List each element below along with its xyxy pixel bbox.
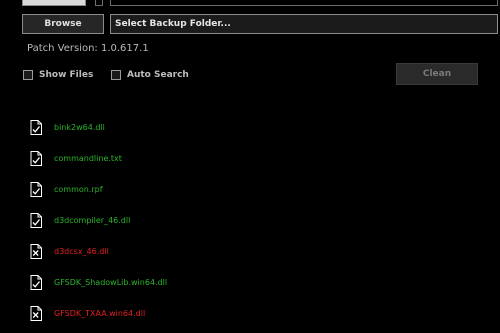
file-check-icon [30,182,42,197]
show-files-label: Show Files [39,70,94,80]
file-check-icon [30,275,42,290]
top-button[interactable] [22,0,86,6]
file-name: GFSDK_TXAA.win64.dll [54,309,146,318]
file-check-icon [30,213,42,228]
auto-search-option[interactable]: Auto Search [111,70,189,80]
file-x-icon [30,244,42,259]
auto-search-checkbox[interactable] [111,70,121,80]
file-list-item[interactable]: d3dcompiler_46.dll [30,205,167,236]
file-list-item[interactable]: d3dcsx_46.dll [30,236,167,267]
file-check-icon [30,120,42,135]
file-list-item[interactable]: GFSDK_ShadowLib.win64.dll [30,267,167,298]
file-list-item[interactable]: GFSDK_TXAA.win64.dll [30,298,167,329]
file-list-item[interactable]: bink2w64.dll [30,112,167,143]
browse-button[interactable]: Browse [22,14,104,34]
file-list-item[interactable]: common.rpf [30,174,167,205]
show-files-option[interactable]: Show Files [23,70,93,80]
file-name: GFSDK_ShadowLib.win64.dll [54,278,168,287]
top-small-box [95,0,103,6]
file-list-item[interactable]: commandline.txt [30,143,167,174]
file-check-icon [30,151,42,166]
game-folder-field[interactable] [110,0,498,6]
auto-search-label: Auto Search [127,70,189,80]
backup-folder-field[interactable]: Select Backup Folder... [110,14,498,34]
file-x-icon [30,306,42,321]
file-name: common.rpf [54,185,103,194]
file-name: commandline.txt [54,154,122,163]
file-name: d3dcompiler_46.dll [54,216,131,225]
file-list: bink2w64.dll commandline.txt common.rpf … [30,112,167,329]
file-name: d3dcsx_46.dll [54,247,109,256]
file-name: bink2w64.dll [54,123,105,132]
patch-version-label: Patch Version: 1.0.617.1 [27,43,149,54]
show-files-checkbox[interactable] [23,70,33,80]
clean-button[interactable]: Clean [396,63,478,85]
